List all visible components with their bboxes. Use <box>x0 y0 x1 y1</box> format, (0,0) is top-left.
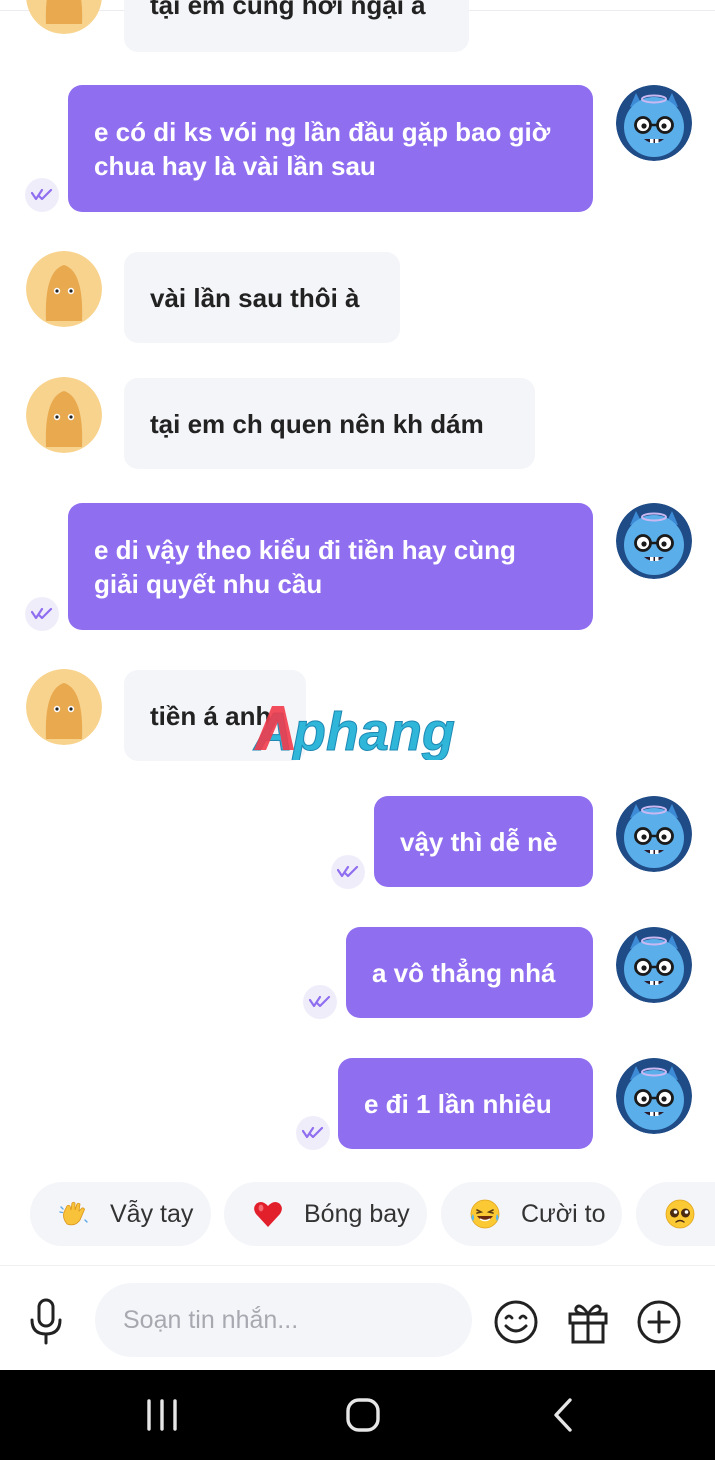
quick-reply-pleading[interactable]: C <box>636 1182 715 1246</box>
message-list[interactable]: tại em cũng hơi ngại á e có di ks vói ng… <box>0 0 715 1170</box>
contact-avatar[interactable] <box>26 377 102 453</box>
add-plus-icon[interactable] <box>635 1298 683 1346</box>
quick-reply-bar[interactable]: Vẫy tay Bóng bay Cười to C <box>0 1180 715 1250</box>
system-navigation-bar <box>0 1370 715 1460</box>
blue-monster-avatar-icon <box>616 796 692 872</box>
red-heart-icon <box>254 1201 282 1227</box>
read-receipt-icon <box>25 597 59 631</box>
message-text: tại em cũng hơi ngại á <box>150 0 426 20</box>
message-input[interactable] <box>95 1283 472 1357</box>
read-receipt-icon <box>331 855 365 889</box>
quick-reply-laugh[interactable]: Cười to <box>441 1182 622 1246</box>
read-receipt-icon <box>303 985 337 1019</box>
waving-hand-icon <box>59 1201 88 1226</box>
my-avatar[interactable] <box>616 85 692 161</box>
home-icon[interactable] <box>338 1395 388 1435</box>
chip-label: Bóng bay <box>304 1199 410 1228</box>
my-avatar[interactable] <box>616 1058 692 1134</box>
emoji-smile-icon[interactable] <box>492 1298 540 1346</box>
blue-monster-avatar-icon <box>616 503 692 579</box>
read-receipt-icon <box>25 178 59 212</box>
message-text: vài lần sau thôi à <box>150 282 360 313</box>
incoming-message[interactable]: tại em ch quen nên kh dám <box>124 378 535 469</box>
blue-monster-avatar-icon <box>616 1058 692 1134</box>
message-text: e có di ks vói ng lần đầu gặp bao giờ ch… <box>94 116 551 181</box>
incoming-message[interactable]: tiền á anh <box>124 670 306 761</box>
quick-reply-balloon[interactable]: Bóng bay <box>224 1182 427 1246</box>
laughing-face-icon <box>470 1199 500 1229</box>
quick-reply-wave[interactable]: Vẫy tay <box>30 1182 211 1246</box>
recent-apps-icon[interactable] <box>137 1395 187 1435</box>
my-avatar[interactable] <box>616 927 692 1003</box>
blue-monster-avatar-icon <box>616 85 692 161</box>
chip-label: Cười to <box>521 1199 606 1228</box>
my-avatar[interactable] <box>616 503 692 579</box>
outgoing-message[interactable]: vậy thì dễ nè <box>374 796 593 887</box>
message-text: e đi 1 lần nhiêu <box>364 1088 552 1119</box>
incoming-message[interactable]: vài lần sau thôi à <box>124 252 400 343</box>
blue-monster-avatar-icon <box>616 927 692 1003</box>
back-icon[interactable] <box>540 1395 590 1435</box>
chip-label: Vẫy tay <box>110 1199 194 1228</box>
read-receipt-icon <box>296 1116 330 1150</box>
contact-avatar[interactable] <box>26 669 102 745</box>
message-composer <box>0 1265 715 1371</box>
message-text: a vô thẳng nhá <box>372 957 556 988</box>
contact-avatar[interactable] <box>26 0 102 34</box>
outgoing-message[interactable]: a vô thẳng nhá <box>346 927 593 1018</box>
outgoing-message[interactable]: e có di ks vói ng lần đầu gặp bao giờ ch… <box>68 85 593 212</box>
message-text: e di vậy theo kiểu đi tiền hay cùng giải… <box>94 534 516 599</box>
message-text: vậy thì dễ nè <box>400 826 558 857</box>
contact-avatar[interactable] <box>26 251 102 327</box>
pleading-face-icon <box>665 1199 695 1229</box>
gift-icon[interactable] <box>564 1298 612 1346</box>
outgoing-message[interactable]: e đi 1 lần nhiêu <box>338 1058 593 1149</box>
message-text: tại em ch quen nên kh dám <box>150 408 484 439</box>
message-text: tiền á anh <box>150 700 272 731</box>
incoming-message[interactable]: tại em cũng hơi ngại á <box>124 0 469 52</box>
microphone-icon[interactable] <box>26 1298 66 1346</box>
outgoing-message[interactable]: e di vậy theo kiểu đi tiền hay cùng giải… <box>68 503 593 630</box>
my-avatar[interactable] <box>616 796 692 872</box>
